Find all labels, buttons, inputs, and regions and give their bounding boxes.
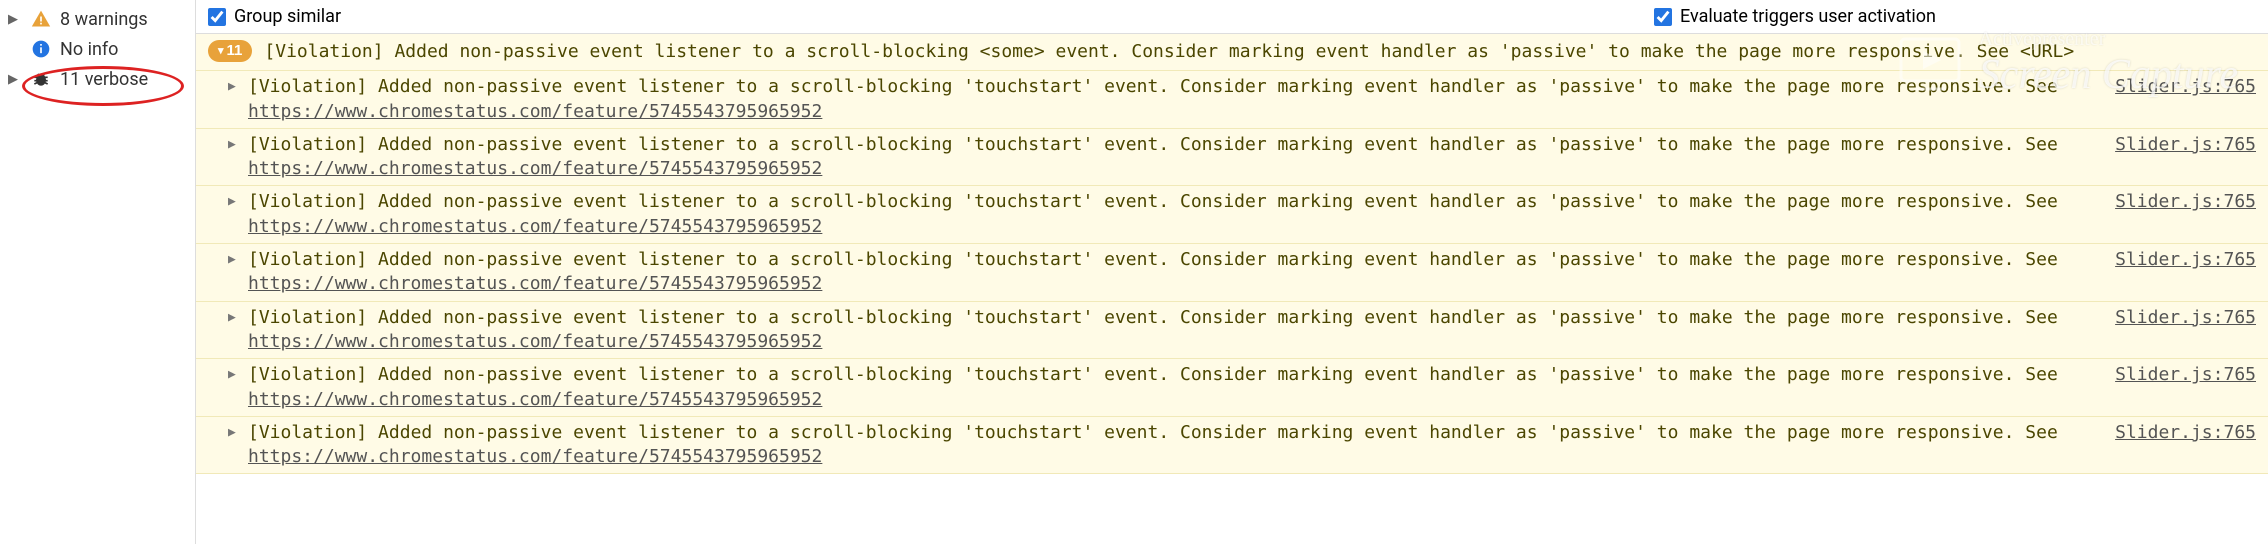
console-output: 11 [Violation] Added non-passive event l…: [196, 34, 2268, 544]
message-url-link[interactable]: https://www.chromestatus.com/feature/574…: [248, 158, 822, 179]
message-list: ▶ [Violation] Added non-passive event lis…: [196, 71, 2268, 474]
evaluate-triggers-checkbox[interactable]: Evaluate triggers user activation: [1654, 6, 1936, 27]
count-badge[interactable]: 11: [208, 40, 252, 62]
console-entry: ▶ [Violation] Added non-passive event lis…: [196, 129, 2268, 187]
message-text: Added non-passive event listener to a sc…: [367, 134, 2058, 155]
group-similar-input[interactable]: [208, 8, 226, 26]
message-url-link[interactable]: https://www.chromestatus.com/feature/574…: [248, 331, 822, 352]
expand-arrow-icon[interactable]: ▶: [228, 421, 240, 445]
sidebar-item-warnings[interactable]: ▶ 8 warnings: [0, 4, 195, 34]
sidebar-item-info[interactable]: No info: [0, 34, 195, 64]
message-group-header[interactable]: 11 [Violation] Added non-passive event l…: [196, 34, 2268, 71]
message-text: Added non-passive event listener to a sc…: [367, 307, 2058, 328]
message-url-link[interactable]: https://www.chromestatus.com/feature/574…: [248, 273, 822, 294]
message-prefix: [Violation]: [248, 249, 367, 270]
entry-body: [Violation] Added non-passive event list…: [248, 306, 2107, 355]
console-entry: ▶ [Violation] Added non-passive event lis…: [196, 359, 2268, 417]
message-url-link[interactable]: https://www.chromestatus.com/feature/574…: [248, 101, 822, 122]
source-link[interactable]: Slider.js:765: [2115, 363, 2256, 387]
chevron-right-icon: ▶: [8, 72, 22, 87]
message-prefix: [Violation]: [248, 422, 367, 443]
message-prefix: [Violation]: [248, 364, 367, 385]
entry-body: [Violation] Added non-passive event list…: [248, 75, 2107, 124]
message-url-link[interactable]: https://www.chromestatus.com/feature/574…: [248, 389, 822, 410]
console-entry: ▶ [Violation] Added non-passive event lis…: [196, 244, 2268, 302]
group-similar-checkbox[interactable]: Group similar: [208, 6, 341, 27]
entry-body: [Violation] Added non-passive event list…: [248, 248, 2107, 297]
sidebar-item-verbose[interactable]: ▶ 11 verbose: [0, 64, 195, 94]
message-text: Added non-passive event listener to a sc…: [367, 76, 2058, 97]
info-icon: [30, 38, 52, 60]
message-prefix: [Violation]: [248, 76, 367, 97]
source-link[interactable]: Slider.js:765: [2115, 306, 2256, 330]
entry-body: [Violation] Added non-passive event list…: [248, 421, 2107, 470]
sidebar-item-label: 8 warnings: [60, 9, 148, 30]
message-prefix: [Violation]: [248, 134, 367, 155]
expand-arrow-icon[interactable]: ▶: [228, 363, 240, 387]
message-text: Added non-passive event listener to a sc…: [367, 249, 2058, 270]
source-link[interactable]: Slider.js:765: [2115, 421, 2256, 445]
entry-body: [Violation] Added non-passive event list…: [248, 363, 2107, 412]
toolbar: Group similar Evaluate triggers user act…: [196, 0, 2268, 34]
bug-icon: [30, 68, 52, 90]
message-url-link[interactable]: https://www.chromestatus.com/feature/574…: [248, 216, 822, 237]
entry-body: [Violation] Added non-passive event list…: [248, 133, 2107, 182]
expand-arrow-icon[interactable]: ▶: [228, 306, 240, 330]
console-entry: ▶ [Violation] Added non-passive event lis…: [196, 417, 2268, 475]
sidebar-item-label: No info: [60, 39, 118, 60]
chevron-right-icon: ▶: [8, 12, 22, 27]
console-entry: ▶ [Violation] Added non-passive event lis…: [196, 302, 2268, 360]
group-message: [Violation] Added non-passive event list…: [264, 40, 2256, 64]
source-link[interactable]: Slider.js:765: [2115, 133, 2256, 157]
message-prefix: [Violation]: [264, 41, 383, 62]
expand-arrow-icon[interactable]: ▶: [228, 248, 240, 272]
source-link[interactable]: Slider.js:765: [2115, 190, 2256, 214]
evaluate-triggers-input[interactable]: [1654, 8, 1672, 26]
count-value: 11: [227, 40, 243, 62]
warning-icon: [30, 8, 52, 30]
checkbox-label: Evaluate triggers user activation: [1680, 6, 1936, 27]
message-text: Added non-passive event listener to a sc…: [367, 422, 2058, 443]
expand-arrow-icon[interactable]: ▶: [228, 190, 240, 214]
sidebar: ▶ 8 warnings No info ▶ 11 verbose: [0, 0, 196, 544]
entry-body: [Violation] Added non-passive event list…: [248, 190, 2107, 239]
message-prefix: [Violation]: [248, 307, 367, 328]
console-entry: ▶ [Violation] Added non-passive event lis…: [196, 71, 2268, 129]
source-link[interactable]: Slider.js:765: [2115, 75, 2256, 99]
expand-arrow-icon[interactable]: ▶: [228, 133, 240, 157]
message-url-placeholder: <URL>: [2020, 41, 2074, 62]
console-entry: ▶ [Violation] Added non-passive event lis…: [196, 186, 2268, 244]
message-url-link[interactable]: https://www.chromestatus.com/feature/574…: [248, 446, 822, 467]
message-prefix: [Violation]: [248, 191, 367, 212]
sidebar-item-label: 11 verbose: [60, 69, 148, 90]
message-text: Added non-passive event listener to a sc…: [367, 364, 2058, 385]
message-text: Added non-passive event listener to a sc…: [367, 191, 2058, 212]
main-panel: Group similar Evaluate triggers user act…: [196, 0, 2268, 544]
checkbox-label: Group similar: [234, 6, 341, 27]
message-text: Added non-passive event listener to a sc…: [384, 41, 2020, 62]
expand-arrow-icon[interactable]: ▶: [228, 75, 240, 99]
source-link[interactable]: Slider.js:765: [2115, 248, 2256, 272]
